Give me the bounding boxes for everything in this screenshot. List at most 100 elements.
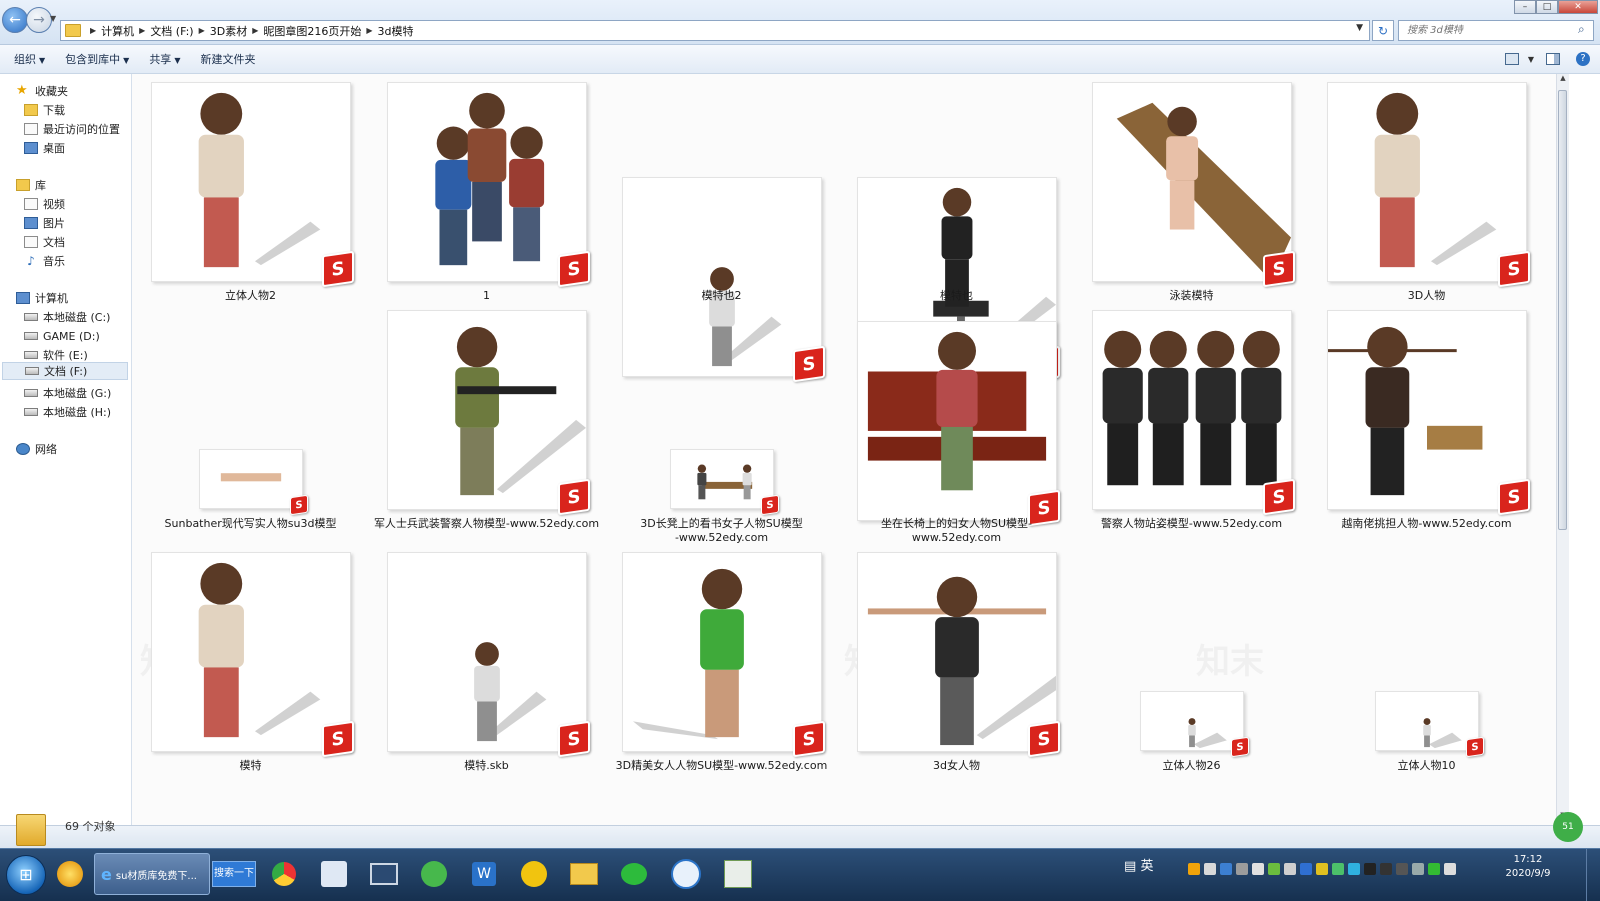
nav-libraries[interactable]: 库 <box>16 176 46 194</box>
search-input[interactable] <box>1398 20 1594 41</box>
file-name[interactable]: 模特 <box>133 759 368 773</box>
breadcrumb-item-drive-f[interactable]: 文档 (F:) <box>150 23 193 39</box>
file-thumbnail[interactable]: S <box>386 310 590 516</box>
view-options-icon[interactable] <box>1504 53 1519 65</box>
nav-recent-places[interactable]: 最近访问的位置 <box>24 120 120 138</box>
qq-icon[interactable] <box>1380 863 1392 875</box>
tray-icon[interactable] <box>1188 863 1200 875</box>
tray-icon[interactable] <box>1252 863 1264 875</box>
file-thumbnail[interactable]: S <box>669 449 779 516</box>
file-thumbnail[interactable]: S <box>198 449 308 516</box>
forward-button[interactable]: → <box>26 7 52 33</box>
file-thumbnail[interactable]: S <box>386 552 590 758</box>
floating-badge[interactable]: 51 <box>1553 812 1583 842</box>
nav-drive-h[interactable]: 本地磁盘 (H:) <box>24 403 111 421</box>
file-name[interactable]: 立体人物26 <box>1074 759 1309 773</box>
nav-drive-g[interactable]: 本地磁盘 (G:) <box>24 384 111 402</box>
taskbar-app-wechat[interactable] <box>612 853 656 895</box>
taskbar-app-bird[interactable] <box>312 853 356 895</box>
vertical-scrollbar[interactable]: ▲ ▼ <box>1556 74 1569 825</box>
organize-button[interactable]: 组织 ▼ <box>14 51 45 67</box>
taskbar-app-360[interactable] <box>48 853 92 895</box>
nav-drive-f[interactable]: 文档 (F:) <box>2 362 128 380</box>
file-name[interactable]: 3d女人物 <box>839 759 1074 773</box>
file-thumbnail[interactable]: S <box>150 82 354 288</box>
tray-icon[interactable] <box>1396 863 1408 875</box>
chevron-right-icon[interactable]: ▶ <box>366 26 372 35</box>
address-dropdown-icon[interactable]: ▼ <box>1356 23 1363 33</box>
nav-network[interactable]: 网络 <box>16 440 57 458</box>
file-name[interactable]: 3D人物 <box>1309 289 1544 303</box>
new-folder-button[interactable]: 新建文件夹 <box>200 51 255 67</box>
refresh-button[interactable]: ↻ <box>1372 20 1394 41</box>
file-thumbnail[interactable]: S <box>1326 82 1530 288</box>
nav-favorites[interactable]: ★ 收藏夹 <box>16 82 68 100</box>
nav-pictures[interactable]: 图片 <box>24 214 65 232</box>
file-view[interactable]: 知末 知末 知末 知末 S立体人物2S1S模特也2S模特也S泳装模特S3D人物S… <box>132 74 1556 825</box>
file-thumbnail[interactable]: S <box>1091 82 1295 288</box>
taskbar-app-wps[interactable]: W <box>462 853 506 895</box>
taskbar-app-browser2[interactable] <box>412 853 456 895</box>
breadcrumb-item-computer[interactable]: 计算机 <box>101 23 134 39</box>
taskbar-app-leaf[interactable] <box>512 853 556 895</box>
minimize-button[interactable]: – <box>1514 0 1536 14</box>
chevron-down-icon[interactable]: ▼ <box>1528 55 1534 64</box>
tray-icon[interactable] <box>1220 863 1232 875</box>
nav-computer[interactable]: 计算机 <box>16 289 68 307</box>
qq-icon[interactable] <box>1364 863 1376 875</box>
file-name[interactable]: 越南佬挑担人物-www.52edy.com <box>1309 517 1544 531</box>
file-thumbnail[interactable]: S <box>621 177 825 383</box>
file-thumbnail[interactable]: S <box>621 552 825 758</box>
show-desktop-button[interactable] <box>1586 849 1600 901</box>
back-button[interactable]: ← <box>2 7 28 33</box>
nav-videos[interactable]: 视频 <box>24 195 65 213</box>
taskbar-app-chrome[interactable] <box>262 853 306 895</box>
nav-music[interactable]: ♪ 音乐 <box>24 252 65 270</box>
maximize-button[interactable]: □ <box>1536 0 1558 14</box>
nav-desktop[interactable]: 桌面 <box>24 139 65 157</box>
file-name[interactable]: Sunbather现代写实人物su3d模型 <box>133 517 368 531</box>
ime-indicator[interactable]: ▤ 英 <box>1124 855 1153 874</box>
nav-documents[interactable]: 文档 <box>24 233 65 251</box>
taskbar-app-bird-circle[interactable] <box>664 853 708 895</box>
taskbar-task-browser[interactable]: e su材质库免费下... <box>94 853 210 895</box>
nav-downloads[interactable]: 下载 <box>24 101 65 119</box>
scroll-thumb[interactable] <box>1558 90 1567 530</box>
tray-icon[interactable] <box>1268 863 1280 875</box>
flag-icon[interactable] <box>1444 863 1456 875</box>
file-name[interactable]: 警察人物站姿模型-www.52edy.com <box>1074 517 1309 531</box>
chevron-right-icon[interactable]: ▶ <box>139 26 145 35</box>
tray-icon[interactable] <box>1316 863 1328 875</box>
tray-icon[interactable] <box>1332 863 1344 875</box>
include-in-library-button[interactable]: 包含到库中 ▼ <box>65 51 129 67</box>
nav-drive-d[interactable]: GAME (D:) <box>24 327 100 345</box>
file-name[interactable]: 军人士兵武装警察人物模型-www.52edy.com <box>369 517 604 531</box>
chevron-right-icon[interactable]: ▶ <box>252 26 258 35</box>
nav-drive-c[interactable]: 本地磁盘 (C:) <box>24 308 110 326</box>
file-thumbnail[interactable]: S <box>150 552 354 758</box>
file-thumbnail[interactable]: S <box>1091 310 1295 516</box>
file-name[interactable]: 模特也 <box>839 289 1074 303</box>
file-thumbnail[interactable]: S <box>1139 691 1249 758</box>
chevron-right-icon[interactable]: ▶ <box>199 26 205 35</box>
tray-icon[interactable] <box>1236 863 1248 875</box>
search-icon[interactable]: ⌕ <box>1578 22 1585 37</box>
file-thumbnail[interactable]: S <box>1374 691 1484 758</box>
taskbar-app-sketchup[interactable] <box>716 853 760 895</box>
file-thumbnail[interactable]: S <box>1326 310 1530 516</box>
history-dropdown-icon[interactable]: ▼ <box>50 14 56 23</box>
help-icon[interactable]: ? <box>1576 52 1590 66</box>
breadcrumb-item-current[interactable]: 3d模特 <box>378 23 414 39</box>
file-thumbnail[interactable]: S <box>386 82 590 288</box>
start-button[interactable]: ⊞ <box>6 855 46 895</box>
tray-icon[interactable] <box>1300 863 1312 875</box>
file-name[interactable]: 泳装模特 <box>1074 289 1309 303</box>
file-name[interactable]: 3D长凳上的看书女子人物SU模型 -www.52edy.com <box>604 517 839 545</box>
breadcrumb-item-page-folder[interactable]: 昵图章图216页开始 <box>263 23 361 39</box>
close-button[interactable]: ✕ <box>1558 0 1598 14</box>
breadcrumb[interactable]: ▶ 计算机 ▶ 文档 (F:) ▶ 3D素材 ▶ 昵图章图216页开始 ▶ 3d… <box>60 20 1370 41</box>
chevron-right-icon[interactable]: ▶ <box>90 26 96 35</box>
network-tray-icon[interactable] <box>1412 863 1424 875</box>
tray-icon[interactable] <box>1428 863 1440 875</box>
tray-icon[interactable] <box>1348 863 1360 875</box>
